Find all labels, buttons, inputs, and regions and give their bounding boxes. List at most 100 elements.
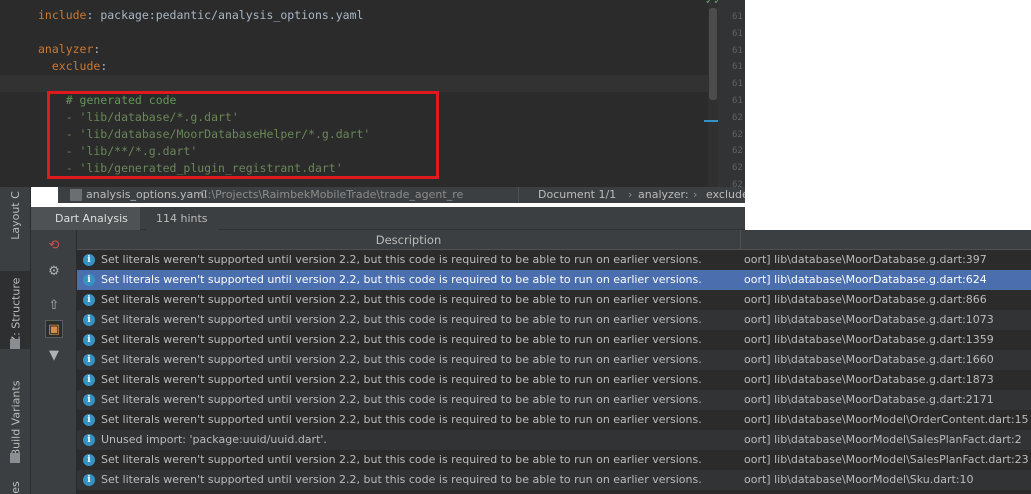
code-line[interactable]	[0, 75, 708, 92]
code-line[interactable]: analyzer:	[0, 41, 708, 58]
gear-icon[interactable]: ⚙	[45, 262, 63, 280]
row-description: Set literals weren't supported until ver…	[101, 413, 702, 426]
row-description: Set literals weren't supported until ver…	[101, 333, 702, 346]
row-location: oort] lib\database\MoorDatabase.g.dart:1…	[744, 313, 994, 326]
table-header: Description	[77, 230, 1031, 250]
tab-layout-captures[interactable]: Layout C	[0, 187, 30, 243]
table-row[interactable]: i Set literals weren't supported until ve…	[77, 330, 1031, 350]
code-token-key: include	[38, 8, 87, 22]
editor-scroll-marker	[704, 120, 718, 122]
hint-count: 114 hints	[146, 207, 218, 230]
row-description: Set literals weren't supported until ver…	[101, 453, 702, 466]
tool-window-header: Dart Analysis 114 hints	[31, 207, 745, 230]
row-description: Set literals weren't supported until ver…	[101, 393, 702, 406]
gutter-line-number: 61	[732, 62, 743, 73]
yaml-file-icon	[70, 189, 82, 201]
row-description: Set literals weren't supported until ver…	[101, 253, 702, 266]
gutter-line-number: 61	[732, 96, 743, 106]
row-location: oort] lib\database\MoorDatabase.g.dart:1…	[744, 353, 994, 366]
file-path: C:\Projects\RaimbekMobileTrade\trade_age…	[200, 188, 464, 201]
row-location: oort] lib\database\MoorDatabase.g.dart:3…	[744, 253, 987, 266]
column-header-description[interactable]: Description	[77, 230, 741, 250]
info-icon: i	[83, 454, 95, 466]
analysis-results-table: Description i Set literals weren't suppor…	[77, 230, 1031, 494]
table-row[interactable]: i Set literals weren't supported until ve…	[77, 370, 1031, 390]
row-description: Set literals weren't supported until ver…	[101, 473, 702, 486]
table-row[interactable]: i Set literals weren't supported until ve…	[77, 410, 1031, 430]
autoscroll-icon[interactable]: ⇧	[45, 296, 63, 314]
row-location: oort] lib\database\MoorModel\OrderConten…	[744, 413, 1029, 426]
row-location: oort] lib\database\MoorDatabase.g.dart:1…	[744, 373, 994, 386]
gutter-line-number: 61	[732, 12, 743, 22]
gutter-line-number: 62	[732, 129, 743, 140]
red-highlight-box	[47, 91, 439, 179]
tab-structure[interactable]: Z: Structure	[0, 271, 30, 349]
tab-build-variants-label: Build Variants	[9, 380, 23, 456]
info-icon: i	[83, 294, 95, 306]
editor-scroll-thumb[interactable]	[709, 8, 717, 100]
tab-layout-captures-label: Layout C	[9, 190, 23, 240]
row-description: Set literals weren't supported until ver…	[101, 293, 702, 306]
code-editor[interactable]: include: package:pedantic/analysis_optio…	[0, 0, 745, 187]
info-icon: i	[83, 474, 95, 486]
tab-partial-label: es	[9, 480, 22, 494]
table-row[interactable]: i Set literals weren't supported until ve…	[77, 310, 1031, 330]
code-line[interactable]	[0, 24, 708, 41]
table-row[interactable]: i Unused import: 'package:uuid/uuid.dart'…	[77, 430, 1031, 450]
gutter-line-number: 61	[732, 45, 743, 56]
build-variants-icon	[10, 453, 20, 463]
info-icon: i	[83, 414, 95, 426]
code-token-plain: :	[93, 42, 101, 56]
table-row[interactable]: i Set literals weren't supported until ve…	[77, 250, 1031, 270]
gutter-line-number: 62	[732, 163, 743, 174]
tab-structure-label: Z: Structure	[9, 277, 23, 343]
structure-icon	[10, 339, 20, 349]
code-token-plain: :	[100, 59, 108, 73]
row-location: oort] lib\database\MoorDatabase.g.dart:8…	[744, 293, 987, 306]
code-line[interactable]: exclude:	[0, 58, 708, 75]
row-description: Set literals weren't supported until ver…	[101, 353, 702, 366]
row-location: oort] lib\database\MoorDatabase.g.dart:6…	[744, 273, 987, 286]
row-description: Set literals weren't supported until ver…	[101, 373, 702, 386]
info-icon: i	[83, 354, 95, 366]
table-row[interactable]: i Set literals weren't supported until ve…	[77, 350, 1031, 370]
row-description: Unused import: 'package:uuid/uuid.dart'.	[101, 433, 327, 446]
column-header-location[interactable]	[741, 230, 1031, 250]
code-token-plain: : package:pedantic/analysis_options.yaml	[86, 8, 364, 22]
row-location: oort] lib\database\MoorModel\SalesPlanFa…	[744, 453, 1029, 466]
row-location: oort] lib\database\MoorDatabase.g.dart:2…	[744, 393, 994, 406]
breadcrumb-separator: ›	[628, 188, 633, 201]
tab-partial[interactable]: es	[0, 477, 30, 494]
analysis-toolbar: ⟲ ⚙ ⇧ ▣ ▼	[31, 230, 77, 494]
code-token-key: exclude	[51, 59, 101, 73]
table-row[interactable]: i Set literals weren't supported until ve…	[77, 390, 1031, 410]
breadcrumb-document[interactable]: Document 1/1	[538, 188, 616, 201]
info-icon: i	[83, 334, 95, 346]
editor-status-bar: analysis_options.yaml C:\Projects\Raimbe…	[58, 187, 745, 203]
table-row[interactable]: i Set literals weren't supported until ve…	[77, 270, 1031, 290]
gutter-line-number: 62	[732, 112, 743, 123]
refresh-icon[interactable]: ⟲	[45, 236, 63, 254]
right-gutter: 61 61 61 61 61 61 62 62 62 62 62	[718, 0, 745, 187]
row-description: Set literals weren't supported until ver…	[101, 273, 702, 286]
row-location: oort] lib\database\MoorModel\SalesPlanFa…	[744, 433, 1022, 446]
table-row[interactable]: i Set literals weren't supported until ve…	[77, 470, 1031, 490]
breadcrumb-separator: ›	[693, 188, 698, 201]
tab-dart-analysis[interactable]: Dart Analysis	[31, 207, 140, 230]
file-name[interactable]: analysis_options.yaml	[86, 188, 207, 201]
status-divider	[518, 187, 519, 203]
filter-icon[interactable]: ▼	[45, 346, 63, 364]
table-row[interactable]: i Set literals weren't supported until ve…	[77, 450, 1031, 470]
breadcrumb-analyzer[interactable]: analyzer:	[638, 188, 689, 201]
row-location: oort] lib\database\MoorModel\Sku.dart:10	[744, 473, 974, 486]
table-row[interactable]: i Set literals weren't supported until ve…	[77, 290, 1031, 310]
group-by-file-icon[interactable]: ▣	[45, 320, 63, 338]
breadcrumb-exclude[interactable]: exclude:	[706, 188, 745, 201]
code-line[interactable]: include: package:pedantic/analysis_optio…	[0, 7, 708, 24]
gutter-line-number: 62	[732, 146, 743, 157]
info-icon: i	[83, 434, 95, 446]
tab-build-variants[interactable]: Build Variants	[0, 373, 30, 463]
info-icon: i	[83, 314, 95, 326]
info-icon: i	[83, 394, 95, 406]
